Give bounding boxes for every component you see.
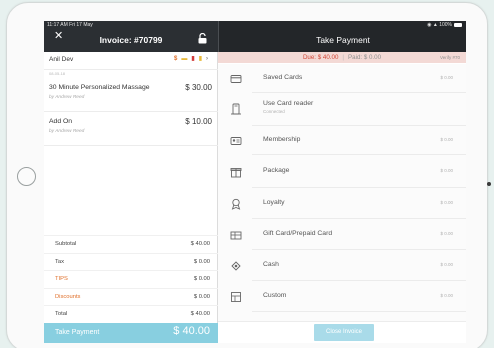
discounts-row[interactable]: Discounts $ 0.00 <box>44 287 218 306</box>
package-icon <box>230 168 242 178</box>
client-icons: $ ▬ ▮ ▮ › <box>174 55 208 63</box>
total-value: $ 0.00 <box>193 293 210 300</box>
dollar-icon[interactable]: $ <box>174 56 177 62</box>
home-button[interactable] <box>17 167 36 186</box>
total-value: $ 40.00 <box>190 241 210 247</box>
method-saved-cards[interactable]: Saved Cards $ 0.00 <box>218 64 466 93</box>
take-payment-label: Take Payment <box>55 329 100 336</box>
verify-link[interactable]: Verify #70 <box>440 55 460 60</box>
due-amount: Due: $ 40.00 <box>302 53 339 61</box>
item-staff: by Andrew Reed <box>49 95 85 100</box>
total-label: Discounts <box>55 293 81 300</box>
method-label: Package <box>263 167 290 174</box>
item-staff: by Andrew Reed <box>49 129 85 134</box>
alert-icon[interactable]: ▮ <box>191 55 194 62</box>
item-name: 30 Minute Personalized Massage <box>49 84 150 91</box>
method-amount: $ 0.00 <box>440 262 453 267</box>
unlock-icon[interactable] <box>198 33 207 44</box>
item-price: $ 30.00 <box>185 83 212 92</box>
invoice-title: Invoice: #70799 <box>99 35 163 45</box>
line-item[interactable]: Add On $ 10.00 by Andrew Reed <box>44 112 218 146</box>
note-icon[interactable]: ▬ <box>181 56 187 62</box>
item-name: Add On <box>49 118 73 125</box>
tag-icon[interactable]: ▮ <box>199 55 202 62</box>
method-label: Use Card reader <box>263 100 314 107</box>
status-time: 11:17 AM Fri 17 May <box>47 22 93 28</box>
invoice-panel: Anil Dev $ ▬ ▮ ▮ › 08-05-18 30 Minute Pe… <box>44 52 218 343</box>
method-label: Cash <box>263 261 279 268</box>
total-label: Total <box>55 311 68 317</box>
method-custom[interactable]: Custom $ 0.00 <box>218 281 466 312</box>
take-payment-amount: $ 40.00 <box>173 325 210 337</box>
line-item[interactable]: 30 Minute Personalized Massage $ 30.00 b… <box>44 78 218 112</box>
method-loyalty[interactable]: Loyalty $ 0.00 <box>218 188 466 219</box>
method-amount: $ 0.00 <box>440 293 453 298</box>
membership-icon <box>230 137 242 145</box>
tablet-frame: 11:17 AM Fri 17 May ✕ Invoice: #70799 ◉ … <box>6 2 491 348</box>
tax-row: Tax $ 0.00 <box>44 252 218 271</box>
total-label: TIPS <box>55 276 68 282</box>
grand-total-row: Total $ 40.00 <box>44 305 218 323</box>
method-membership[interactable]: Membership $ 0.00 <box>218 126 466 155</box>
tips-row[interactable]: TIPS $ 0.00 <box>44 270 218 288</box>
paid-amount: Paid: $ 0.00 <box>348 53 382 61</box>
method-amount: $ 0.00 <box>440 137 453 142</box>
close-invoice-button[interactable]: Close Invoice <box>314 324 374 341</box>
total-label: Tax <box>55 258 65 265</box>
method-label: Saved Cards <box>263 74 303 81</box>
payment-title: Take Payment <box>316 35 370 45</box>
gift-card-icon <box>230 231 242 240</box>
totals-section: Subtotal $ 40.00 Tax $ 0.00 TIPS $ 0.00 … <box>44 235 218 323</box>
chevron-right-icon[interactable]: › <box>206 56 208 62</box>
method-label: Membership <box>263 136 301 143</box>
card-reader-icon <box>231 103 241 115</box>
method-amount: $ 0.00 <box>440 168 453 173</box>
card-icon <box>230 75 242 83</box>
method-gift-card[interactable]: Gift Card/Prepaid Card $ 0.00 <box>218 219 466 250</box>
battery-icon <box>454 22 462 27</box>
invoice-header: 11:17 AM Fri 17 May ✕ Invoice: #70799 <box>44 21 218 52</box>
method-card-reader[interactable]: Use Card reader Connected <box>218 93 466 126</box>
cash-icon <box>231 261 241 271</box>
method-amount: $ 0.00 <box>440 231 453 236</box>
method-label: Gift Card/Prepaid Card <box>263 230 333 237</box>
method-label: Loyalty <box>263 199 285 206</box>
due-bar: Due: $ 40.00 | Paid: $ 0.00 Verify #70 <box>218 52 466 63</box>
total-value: $ 0.00 <box>193 276 210 282</box>
client-row[interactable]: Anil Dev $ ▬ ▮ ▮ › <box>44 52 218 70</box>
due-summary: Due: $ 40.00 | Paid: $ 0.00 <box>302 53 382 61</box>
method-amount: $ 0.00 <box>440 200 453 205</box>
method-sub: Connected <box>263 109 285 114</box>
item-price: $ 10.00 <box>185 117 212 126</box>
method-amount: $ 0.00 <box>440 75 453 80</box>
method-cash[interactable]: Cash $ 0.00 <box>218 250 466 281</box>
custom-icon <box>231 292 241 302</box>
client-name: Anil Dev <box>49 56 74 63</box>
loyalty-icon <box>231 198 241 210</box>
take-payment-button[interactable]: Take Payment $ 40.00 <box>44 323 218 343</box>
subtotal-row: Subtotal $ 40.00 <box>44 235 218 253</box>
client-subtext: 08-05-18 <box>49 71 66 76</box>
payment-header: ◉ ▲ 100% Take Payment <box>218 21 466 52</box>
total-value: $ 0.00 <box>193 258 210 265</box>
payment-methods-list: Saved Cards $ 0.00 Use Card reader Conne… <box>218 64 466 321</box>
status-indicators: ◉ ▲ 100% <box>427 22 462 28</box>
total-label: Subtotal <box>55 241 77 247</box>
app-screen: 11:17 AM Fri 17 May ✕ Invoice: #70799 ◉ … <box>44 21 466 343</box>
camera-dot <box>487 182 491 186</box>
method-package[interactable]: Package $ 0.00 <box>218 155 466 188</box>
method-label: Custom <box>263 292 287 299</box>
total-value: $ 40.00 <box>190 311 210 317</box>
payment-footer: Close Invoice <box>218 321 466 343</box>
